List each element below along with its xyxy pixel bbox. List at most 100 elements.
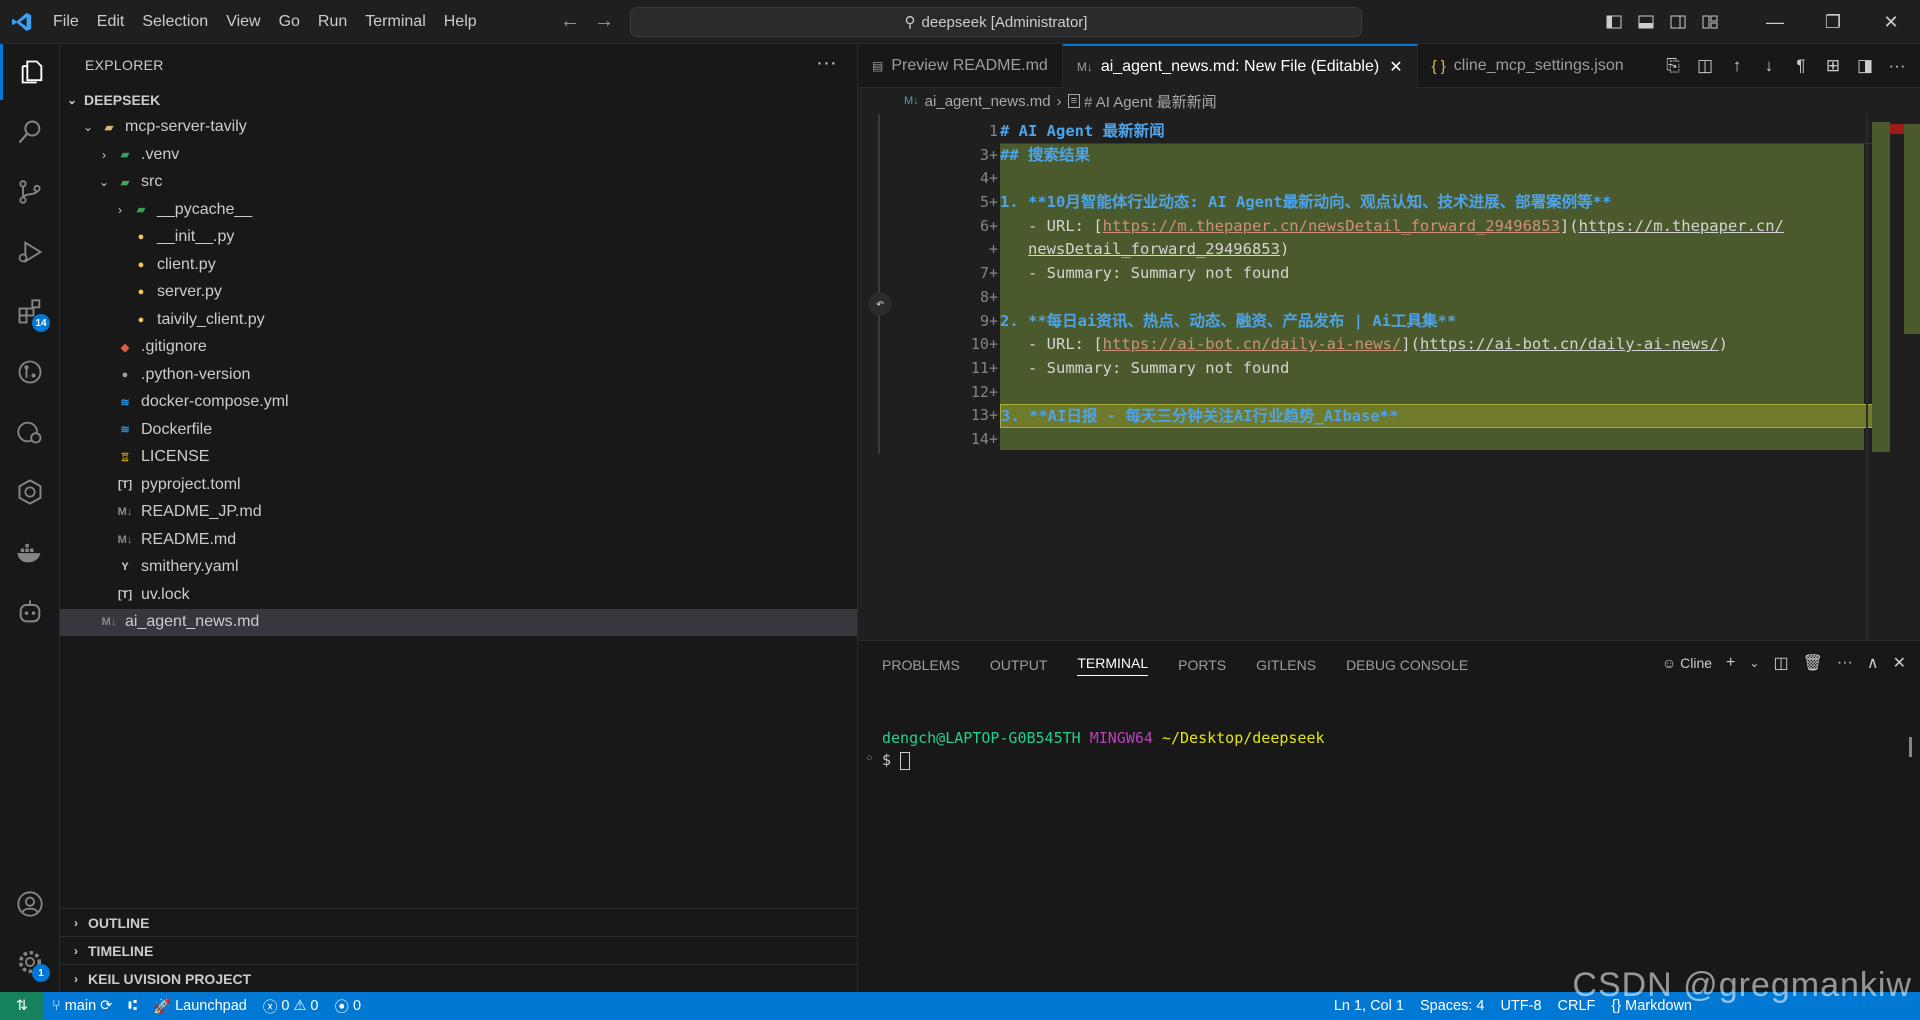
explorer-icon[interactable]: [0, 44, 60, 100]
launchpad-indicator[interactable]: 🚀 Launchpad: [145, 998, 255, 1015]
minimap[interactable]: [1866, 114, 1920, 640]
trash-icon[interactable]: 🗑: [1803, 653, 1823, 673]
close-panel-icon[interactable]: ✕: [1893, 653, 1906, 673]
open-preview-icon[interactable]: ⊞: [1818, 56, 1848, 76]
more-actions-icon[interactable]: ···: [816, 52, 837, 75]
tree-item[interactable]: Ysmithery.yaml: [60, 554, 857, 582]
menu-help[interactable]: Help: [435, 0, 486, 44]
customize-layout-icon[interactable]: [1694, 0, 1726, 44]
menu-go[interactable]: Go: [270, 0, 309, 44]
branch-indicator[interactable]: ⑂ main ⟳: [44, 998, 120, 1014]
tree-item[interactable]: ≋ docker-compose.yml: [60, 389, 857, 417]
cursor-position[interactable]: Ln 1, Col 1: [1326, 998, 1412, 1014]
toggle-panel-icon[interactable]: [1630, 0, 1662, 44]
chevron-right-icon[interactable]: ›: [112, 203, 128, 217]
back-arrow-icon[interactable]: ←: [560, 10, 580, 33]
timeline-section[interactable]: › TIMELINE: [60, 936, 857, 964]
restore-icon[interactable]: ❐: [1804, 0, 1862, 44]
close-window-icon[interactable]: ✕: [1862, 0, 1920, 44]
encoding[interactable]: UTF-8: [1492, 998, 1549, 1014]
tree-item[interactable]: ● taivily_client.py: [60, 306, 857, 334]
tree-item[interactable]: ⌄ ▰ src: [60, 169, 857, 197]
source-control-icon[interactable]: [0, 164, 60, 220]
menu-selection[interactable]: Selection: [133, 0, 217, 44]
terminal-selector[interactable]: ☺ Cline: [1662, 655, 1712, 671]
open-changes-icon[interactable]: ⎘: [1658, 56, 1688, 76]
breadcrumb-file[interactable]: ai_agent_news.md: [925, 93, 1051, 110]
settings-gear-icon[interactable]: 1: [0, 934, 60, 990]
close-tab-icon[interactable]: ✕: [1389, 57, 1402, 77]
tab-ports[interactable]: PORTS: [1178, 657, 1226, 673]
tree-item[interactable]: ● .python-version: [60, 361, 857, 389]
menu-edit[interactable]: Edit: [88, 0, 134, 44]
command-center[interactable]: ⚲ deepseek [Administrator]: [630, 7, 1362, 37]
docker-icon[interactable]: [0, 524, 60, 580]
run-debug-icon[interactable]: [0, 224, 60, 280]
link-text[interactable]: https://ai-bot.cn/daily-ai-news/: [1103, 335, 1402, 353]
terminal-scrollbar[interactable]: [1909, 737, 1912, 757]
tab-gitlens[interactable]: GITLENS: [1256, 657, 1316, 673]
tree-item[interactable]: ● server.py: [60, 279, 857, 307]
chevron-down-icon[interactable]: ⌄: [80, 120, 96, 134]
chevron-down-icon[interactable]: ⌄: [1749, 656, 1759, 670]
tree-item[interactable]: ⌄ ▰ mcp-server-tavily: [60, 114, 857, 142]
tab-debug-console[interactable]: DEBUG CONSOLE: [1346, 657, 1468, 673]
ports-indicator[interactable]: ⦿ 0: [326, 996, 369, 1017]
toggle-primary-sidebar-icon[interactable]: [1598, 0, 1630, 44]
tab-cline-settings[interactable]: { } cline_mcp_settings.json: [1418, 44, 1638, 88]
tree-item[interactable]: ◆ .gitignore: [60, 334, 857, 362]
toggle-secondary-sidebar-icon[interactable]: [1662, 0, 1694, 44]
tree-item[interactable]: ♖ LICENSE: [60, 444, 857, 472]
code-editor[interactable]: ↶ 1 3+ 4+ 5+ 6+ + 7+ 8+ 9+ 10+ 11+ 12+ 1…: [858, 114, 1920, 640]
tree-item[interactable]: M↓ README_JP.md: [60, 499, 857, 527]
forward-arrow-icon[interactable]: →: [594, 10, 614, 33]
cline-robot-icon[interactable]: [0, 584, 60, 640]
tree-item[interactable]: › ▰ __pycache__: [60, 196, 857, 224]
keil-section[interactable]: › KEIL UVISION PROJECT: [60, 964, 857, 992]
link-text[interactable]: https://m.thepaper.cn/newsDetail_forward…: [1103, 217, 1560, 235]
problems-indicator[interactable]: ⓧ 0 ⚠ 0: [255, 996, 327, 1017]
tab-preview-readme[interactable]: ▤ Preview README.md: [858, 44, 1063, 88]
more-actions-icon[interactable]: ···: [1837, 654, 1853, 672]
tree-item[interactable]: M↓ ai_agent_news.md: [60, 608, 857, 636]
outline-section[interactable]: › OUTLINE: [60, 908, 857, 936]
url-text[interactable]: https://ai-bot.cn/daily-ai-news/: [1420, 335, 1719, 353]
url-text[interactable]: newsDetail_forward_29496853: [1028, 240, 1280, 258]
breadcrumb-symbol[interactable]: # AI Agent 最新新闻: [1084, 91, 1217, 112]
tab-problems[interactable]: PROBLEMS: [882, 657, 960, 673]
tree-item[interactable]: ● __init__.py: [60, 224, 857, 252]
tree-item[interactable]: [T] uv.lock: [60, 581, 857, 609]
menu-terminal[interactable]: Terminal: [356, 0, 434, 44]
extensions-icon[interactable]: 14: [0, 284, 60, 340]
split-terminal-icon[interactable]: ◫: [1773, 653, 1788, 673]
preview-side-icon[interactable]: ◫: [1690, 56, 1720, 76]
next-change-icon[interactable]: ↓: [1754, 56, 1784, 76]
search-icon[interactable]: [0, 104, 60, 160]
prev-change-icon[interactable]: ↑: [1722, 56, 1752, 76]
menu-view[interactable]: View: [217, 0, 269, 44]
remote-explorer-icon[interactable]: [0, 404, 60, 460]
indentation[interactable]: Spaces: 4: [1412, 998, 1493, 1014]
tab-output[interactable]: OUTPUT: [990, 657, 1048, 673]
tree-item[interactable]: [T] pyproject.toml: [60, 471, 857, 499]
new-terminal-icon[interactable]: +: [1726, 654, 1735, 672]
tree-item[interactable]: › ▰ .venv: [60, 141, 857, 169]
maximize-panel-icon[interactable]: ∧: [1867, 653, 1879, 673]
menu-file[interactable]: File: [44, 0, 88, 44]
workspace-root[interactable]: ⌄ DEEPSEEK: [60, 86, 857, 114]
tab-ai-agent-news[interactable]: M↓ ai_agent_news.md: New File (Editable)…: [1062, 44, 1418, 88]
more-actions-icon[interactable]: ···: [1882, 56, 1912, 76]
remote-indicator-icon[interactable]: ⇅: [0, 992, 44, 1020]
menu-run[interactable]: Run: [309, 0, 356, 44]
tree-item[interactable]: ≋ Dockerfile: [60, 416, 857, 444]
tree-item[interactable]: M↓ README.md: [60, 526, 857, 554]
gitlens-graph-icon[interactable]: ⑆: [120, 998, 145, 1014]
tab-terminal[interactable]: TERMINAL: [1077, 655, 1149, 676]
whitespace-icon[interactable]: ¶: [1786, 56, 1816, 76]
split-editor-icon[interactable]: ◨: [1850, 56, 1880, 76]
sync-icon[interactable]: ⟳: [100, 998, 112, 1014]
terminal-output[interactable]: dengch@LAPTOP-G0B545TH MINGW64 ~/Desktop…: [882, 727, 1325, 770]
chevron-down-icon[interactable]: ⌄: [96, 175, 112, 189]
gitlens-icon[interactable]: [0, 344, 60, 400]
tree-item[interactable]: ● client.py: [60, 251, 857, 279]
